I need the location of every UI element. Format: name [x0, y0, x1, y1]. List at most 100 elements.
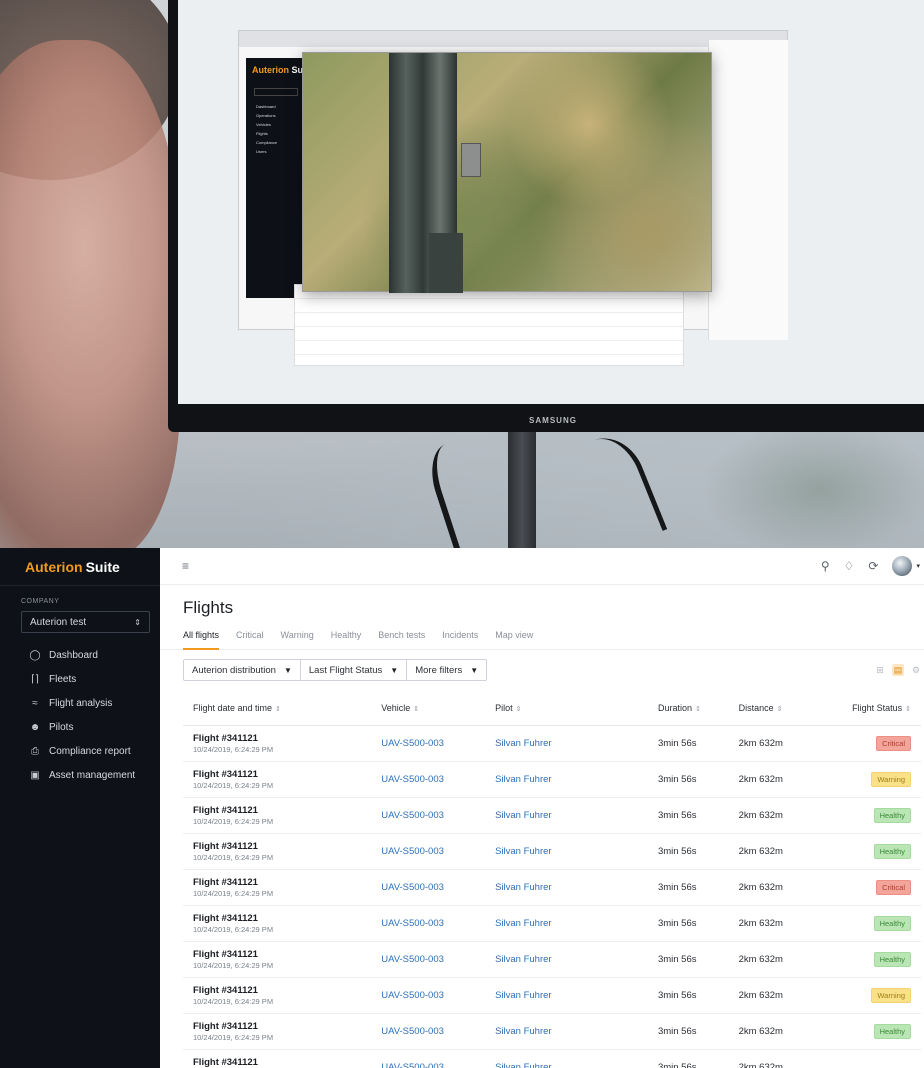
flight-name[interactable]: Flight #341121 — [193, 841, 381, 852]
tab-warning[interactable]: Warning — [281, 626, 314, 649]
table-row[interactable]: Flight #34112110/24/2019, 6:24:29 PMUAV-… — [183, 1049, 921, 1068]
pilot-link[interactable]: Silvan Fuhrer — [495, 846, 552, 857]
table-row[interactable]: Flight #34112110/24/2019, 6:24:29 PMUAV-… — [183, 905, 921, 942]
vehicle-link[interactable]: UAV-S500-003 — [381, 1062, 444, 1068]
bell-icon[interactable]: ♢ — [844, 559, 855, 573]
sidebar-item-fleets[interactable]: ⌈⌉ Fleets — [0, 667, 160, 691]
distance-cell: 2km 632m — [712, 833, 810, 870]
pilot-icon: ☻ — [29, 721, 41, 733]
pilot-link[interactable]: Silvan Fuhrer — [495, 1026, 552, 1037]
vehicle-link[interactable]: UAV-S500-003 — [381, 954, 444, 965]
pilot-link[interactable]: Silvan Fuhrer — [495, 810, 552, 821]
pilot-link[interactable]: Silvan Fuhrer — [495, 882, 552, 893]
status-badge: Critical — [876, 735, 911, 751]
tab-all-flights[interactable]: All flights — [183, 626, 220, 650]
vehicle-link[interactable]: UAV-S500-003 — [381, 882, 444, 893]
column-header-flight-status[interactable]: Flight Status ⇕ — [809, 691, 921, 726]
vehicle-link[interactable]: UAV-S500-003 — [381, 738, 444, 749]
list-view-icon[interactable]: ▤ — [892, 664, 904, 676]
filter-label: Last Flight Status — [308, 664, 383, 676]
tab-incidents[interactable]: Incidents — [442, 626, 478, 649]
vehicle-link[interactable]: UAV-S500-003 — [381, 774, 444, 785]
grid-view-icon[interactable]: ⊞ — [874, 664, 886, 676]
vehicle-link[interactable]: UAV-S500-003 — [381, 846, 444, 857]
table-body: Flight #341121 10/24/2019, 6:24:29 PM UAV-… — [183, 725, 921, 1068]
status-cell: Healthy — [809, 1013, 921, 1050]
refresh-icon[interactable]: ⟳ — [868, 559, 878, 573]
filter-distribution-dropdown[interactable]: Auterion distribution ▼ — [184, 660, 301, 680]
vehicle-link[interactable]: UAV-S500-003 — [381, 918, 444, 929]
vehicle-link[interactable]: UAV-S500-003 — [381, 810, 444, 821]
flight-name[interactable]: Flight #341121 — [193, 1057, 381, 1068]
tab-bench-tests[interactable]: Bench tests — [378, 626, 425, 649]
table-row[interactable]: Flight #34112110/24/2019, 6:24:29 PMUAV-… — [183, 725, 921, 762]
pilot-link[interactable]: Silvan Fuhrer — [495, 954, 552, 965]
sidebar-item-asset-management[interactable]: ▣ Asset management — [0, 763, 160, 787]
flight-name[interactable]: Flight #341121 — [193, 1021, 381, 1032]
duration-cell: 3min 56s — [611, 833, 713, 870]
more-filters-dropdown[interactable]: More filters ▼ — [407, 660, 486, 680]
column-header-date[interactable]: Flight date and time ⇕ — [183, 691, 382, 726]
column-header-vehicle[interactable]: Vehicle ⇕ — [381, 691, 496, 726]
tab-healthy[interactable]: Healthy — [331, 626, 362, 649]
duration-cell: 3min 56s — [611, 725, 713, 762]
sidebar: Auterion Suite COMPANY Auterion test ⇕ ◯… — [0, 548, 160, 1068]
flight-name[interactable]: Flight #341121 — [193, 949, 381, 960]
brand-logo[interactable]: Auterion Suite — [0, 548, 160, 586]
chevron-down-icon[interactable]: ▾ — [916, 562, 920, 570]
column-header-distance[interactable]: Distance ⇕ — [712, 691, 810, 726]
sort-icon: ⇕ — [905, 705, 911, 713]
column-header-duration[interactable]: Duration ⇕ — [611, 691, 713, 726]
flight-name[interactable]: Flight #341121 — [193, 877, 381, 888]
table-row[interactable]: Flight #34112110/24/2019, 6:24:29 PMUAV-… — [183, 941, 921, 978]
pilot-link[interactable]: Silvan Fuhrer — [495, 738, 552, 749]
distance-cell: 2km 632m — [712, 941, 810, 978]
pilot-link[interactable]: Silvan Fuhrer — [495, 918, 552, 929]
table-row[interactable]: Flight #34112110/24/2019, 6:24:29 PM UAV-… — [183, 1013, 921, 1050]
flight-name[interactable]: Flight #341121 — [193, 769, 381, 780]
company-label: COMPANY — [21, 598, 60, 605]
vehicle-link[interactable]: UAV-S500-003 — [381, 1026, 444, 1037]
avatar[interactable] — [892, 556, 913, 576]
search-icon[interactable]: ⚲ — [821, 559, 830, 573]
table-row[interactable]: Flight #34112110/24/2019, 6:24:29 PMUAV-… — [183, 977, 921, 1014]
brand-name-a: Auterion — [25, 558, 83, 575]
drone-icon: ⌈⌉ — [31, 673, 39, 685]
pilot-link[interactable]: Silvan Fuhrer — [495, 774, 552, 785]
company-select[interactable]: Auterion test ⇕ — [21, 611, 150, 633]
status-badge: Healthy — [873, 951, 911, 967]
filter-bar: Auterion distribution ▼ Last Flight Stat… — [160, 659, 924, 681]
column-header-pilot[interactable]: Pilot ⇕ — [495, 691, 612, 726]
vehicle-cell: UAV-S500-003 — [381, 1049, 496, 1068]
sidebar-item-compliance-report[interactable]: ⎙ Compliance report — [0, 739, 160, 763]
settings-icon[interactable]: ⚙ — [910, 664, 922, 676]
pilot-link[interactable]: Silvan Fuhrer — [495, 990, 552, 1001]
sidebar-item-pilots[interactable]: ☻ Pilots — [0, 715, 160, 739]
sidebar-item-dashboard[interactable]: ◯ Dashboard — [0, 643, 160, 667]
flight-name[interactable]: Flight #341121 — [193, 733, 381, 744]
pilot-link[interactable]: Silvan Fuhrer — [495, 1062, 552, 1068]
tab-map-view[interactable]: Map view — [495, 626, 533, 649]
table-row[interactable]: Flight #34112110/24/2019, 6:24:29 PM UAV-… — [183, 761, 921, 798]
filter-group: Auterion distribution ▼ Last Flight Stat… — [183, 659, 488, 681]
table-row[interactable]: Flight #34112110/24/2019, 6:24:29 PMUAV-… — [183, 869, 921, 906]
table-row[interactable]: Flight #34112110/24/2019, 6:24:29 PMUAV-… — [183, 833, 921, 870]
status-badge: Healthy — [873, 1023, 911, 1039]
sidebar-item-flight-analysis[interactable]: ≈ Flight analysis — [0, 691, 160, 715]
vehicle-link[interactable]: UAV-S500-003 — [381, 990, 444, 1001]
flight-name[interactable]: Flight #341121 — [193, 805, 381, 816]
flight-cell: Flight #34112110/24/2019, 6:24:29 PM — [183, 725, 382, 762]
duration-cell: 3min 56s — [611, 977, 713, 1014]
flight-name[interactable]: Flight #341121 — [193, 913, 381, 924]
hamburger-menu-icon[interactable]: ≡ — [182, 559, 189, 573]
status-badge: Healthy — [873, 843, 911, 859]
flight-name[interactable]: Flight #341121 — [193, 985, 381, 996]
sort-icon: ⇕ — [776, 705, 783, 713]
table-row[interactable]: Flight #34112110/24/2019, 6:24:29 PMUAV-… — [183, 797, 921, 834]
status-cell: Warning — [809, 761, 921, 798]
flight-date: 10/24/2019, 6:24:29 PM — [193, 1032, 274, 1042]
tab-critical[interactable]: Critical — [236, 626, 264, 649]
flight-date: 10/24/2019, 6:24:29 PM — [193, 780, 274, 790]
filter-flight-status-dropdown[interactable]: Last Flight Status ▼ — [301, 660, 408, 680]
sidebar-item-label: Flight analysis — [49, 697, 113, 709]
